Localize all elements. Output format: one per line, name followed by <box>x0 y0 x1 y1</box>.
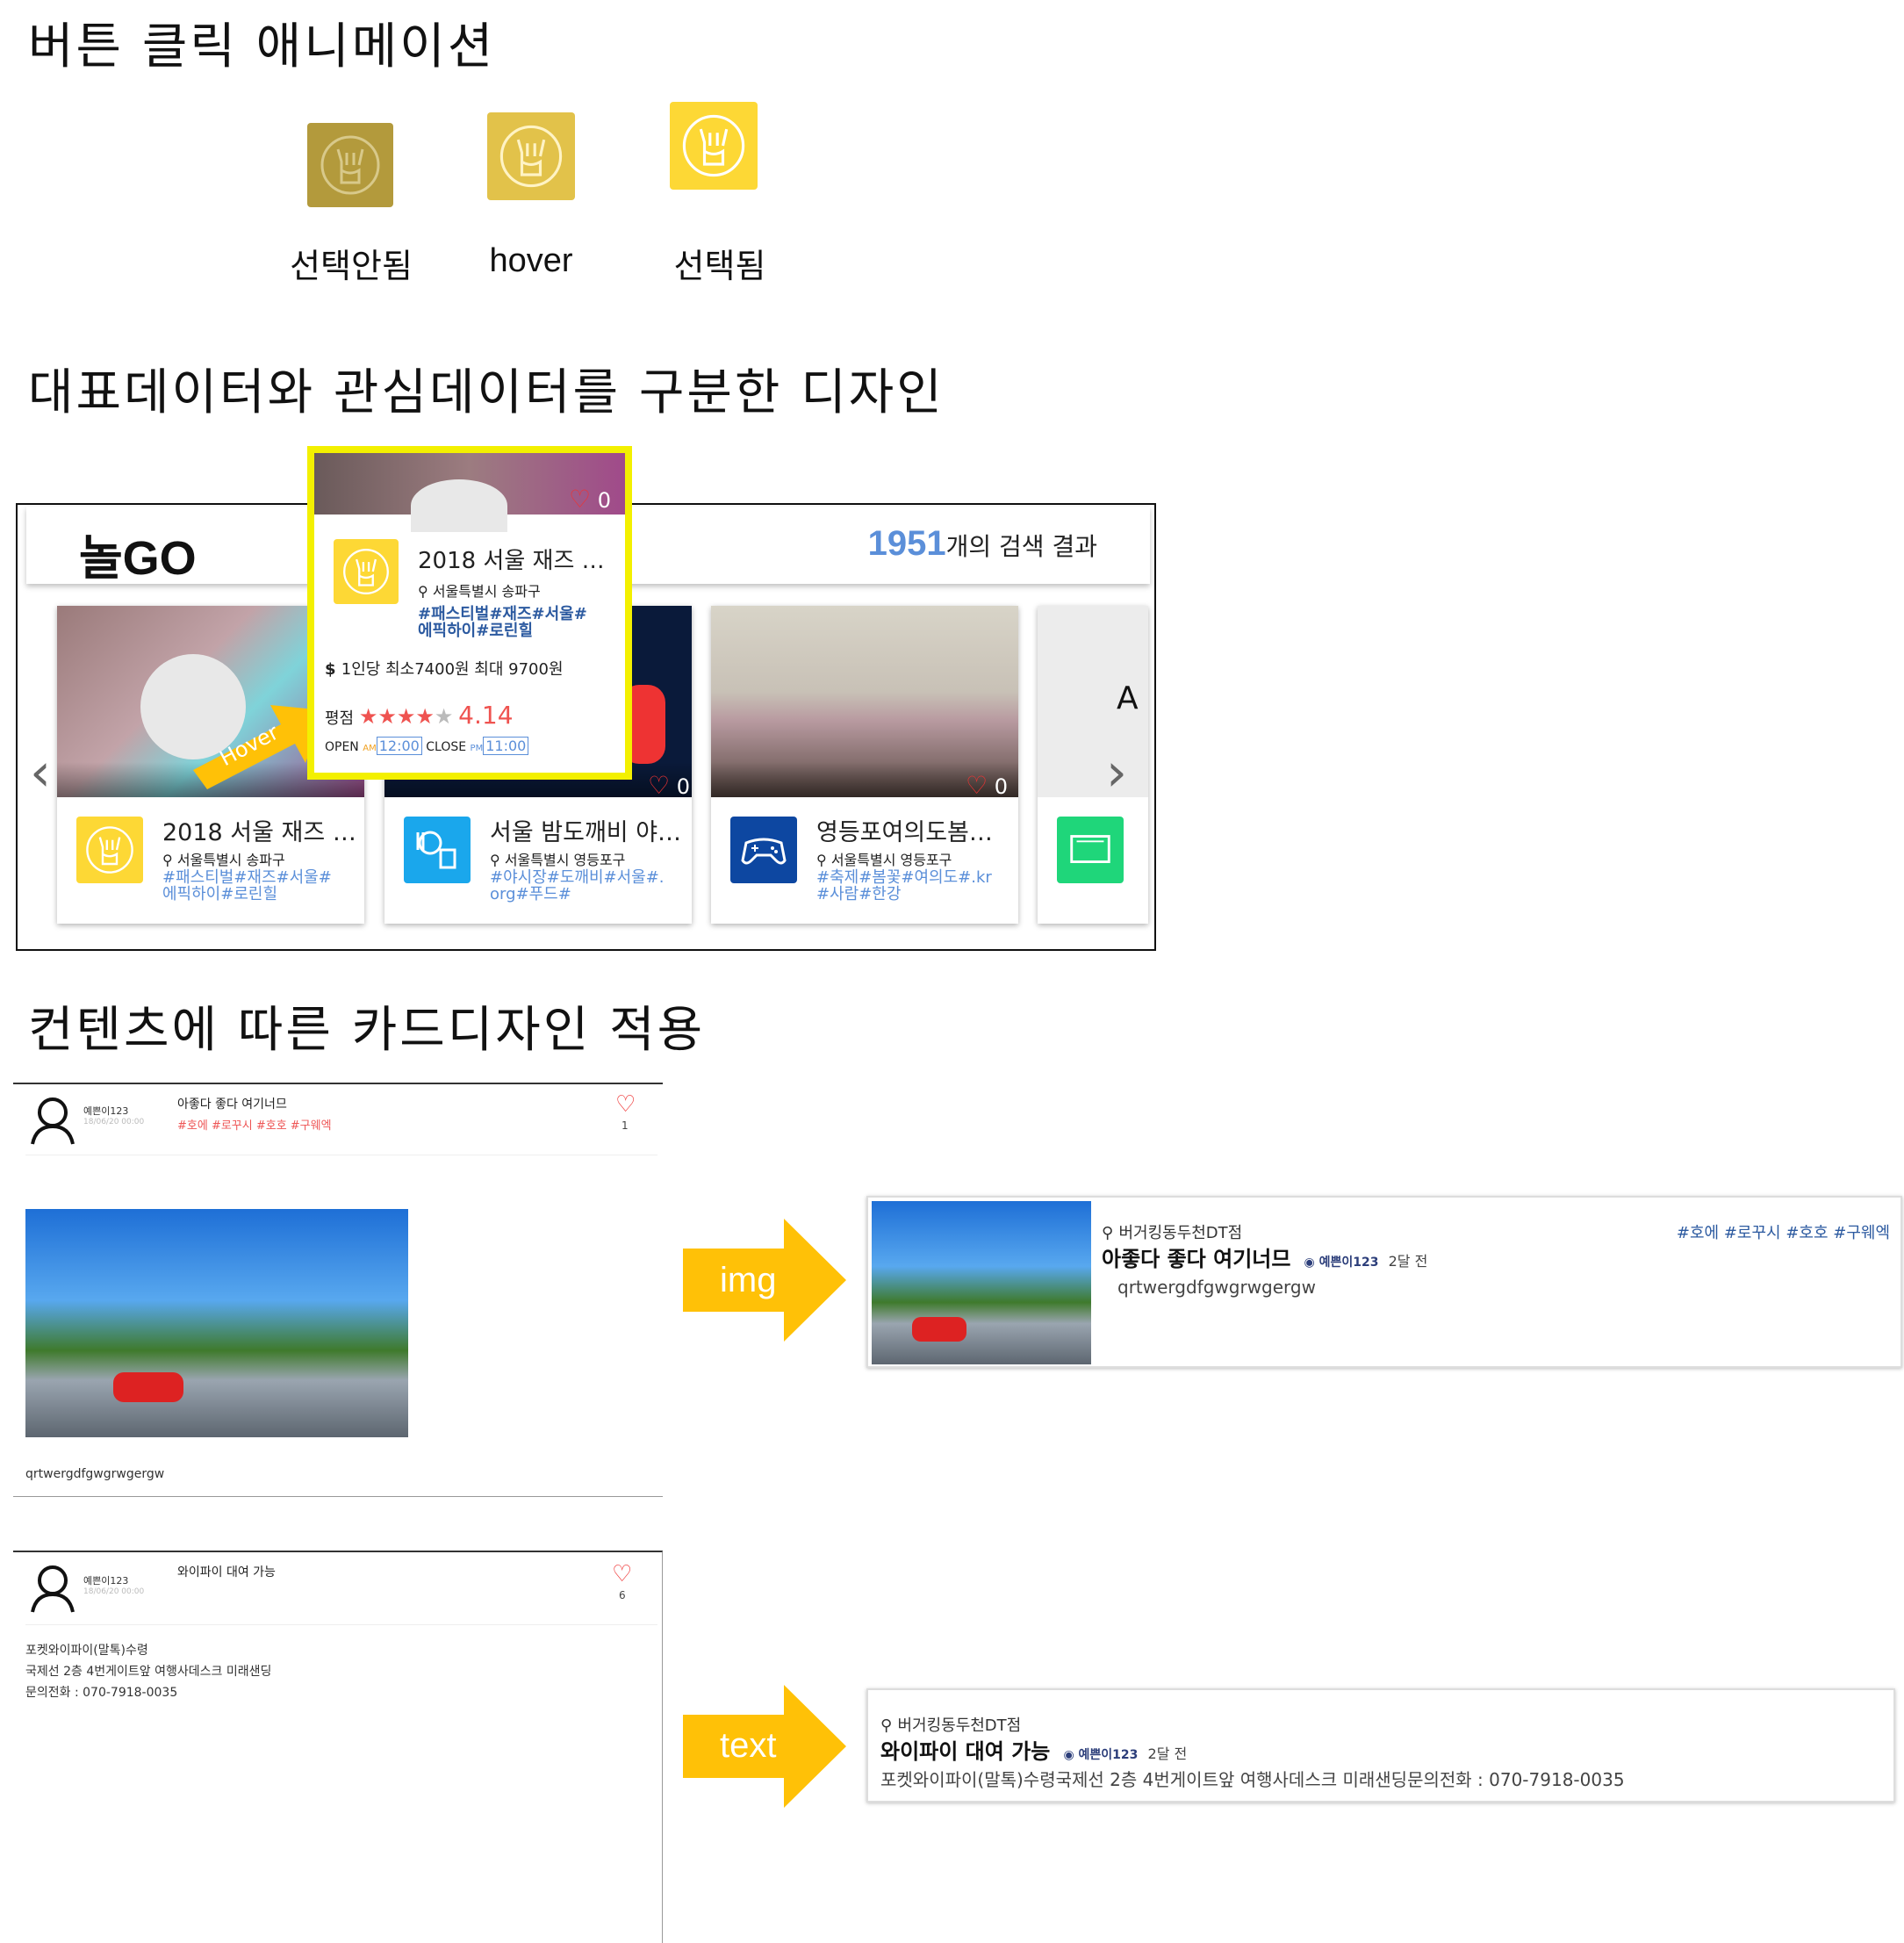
card-title: 영등포여의도봄… <box>816 819 993 846</box>
heart-icon[interactable]: ♡ <box>569 485 591 514</box>
result-count: 1951개의 검색 결과 <box>867 524 1097 563</box>
like-counter[interactable]: ♡ 0 <box>648 771 690 800</box>
arrow-img-label: img <box>720 1261 777 1299</box>
post-card-image[interactable]: 예쁜이123 18/06/20 00:00 아좋다 좋다 여기너므 #호에 #로… <box>13 1083 663 1497</box>
user-icon: ◉ <box>1304 1256 1319 1270</box>
carousel-prev-button[interactable]: ‹ <box>30 742 51 803</box>
hover-card-hours: OPEN AM 12:00 CLOSE PM 11:00 <box>325 737 529 755</box>
wide-card-header: 아좋다 좋다 여기너므 ◉ 예쁜이123 2달 전 <box>1102 1247 1428 1271</box>
arrow-text-label: text <box>720 1726 777 1765</box>
hover-card-title: 2018 서울 재즈 … <box>418 548 605 574</box>
carousel-next-button[interactable]: › <box>1106 742 1127 803</box>
wide-card-text[interactable]: ⚲ 버거킹동두천DT점 와이파이 대여 가능 ◉ 예쁜이123 2달 전 포켓와… <box>866 1688 1895 1803</box>
post-body: qrtwergdfgwgrwgergw <box>25 1467 165 1481</box>
post-image <box>25 1209 408 1437</box>
card-title: 서울 밤도깨비 야… <box>490 819 682 846</box>
card-tags: #축제#봄꽃#여의도#.kr#사람#한강 <box>816 868 992 903</box>
card-tags: #야시장#도깨비#서울#.org#푸드# <box>490 868 665 903</box>
wide-card-user: ◉ 예쁜이123 <box>1063 1748 1139 1762</box>
wide-card-place: ⚲ 버거킹동두천DT점 <box>1102 1224 1243 1242</box>
like-counter[interactable]: ♡ 0 <box>966 771 1008 800</box>
heart-icon[interactable]: ♡ <box>966 771 988 800</box>
post-title: 와이파이 대여 가능 <box>177 1565 276 1580</box>
category-badge <box>404 817 471 883</box>
rock-hand-icon <box>343 549 389 594</box>
post-user: 예쁜이123 <box>83 1105 129 1117</box>
post-body: 포켓와이파이(말톡)수령 국제선 2층 4번게이트앞 여행사데스크 미래샌딩 문… <box>25 1644 272 1700</box>
hover-card-tags: #패스티벌#재즈#서울#에픽하이#로린힐 <box>418 605 587 640</box>
card-location: ⚲ 서울특별시 영등포구 <box>490 852 626 868</box>
card-image: A <box>1038 606 1148 797</box>
ticket-icon <box>1070 835 1110 863</box>
pin-icon: ⚲ <box>880 1716 898 1735</box>
post-likes: 6 <box>619 1589 626 1601</box>
wide-card-user: ◉ 예쁜이123 <box>1304 1256 1379 1270</box>
user-icon: ◉ <box>1063 1748 1079 1762</box>
rock-hand-icon <box>86 826 133 874</box>
section-title-data-design: 대표데이터와 관심데이터를 구분한 디자인 <box>28 364 945 421</box>
gamepad-icon <box>741 838 787 865</box>
hover-card-price: $ 1인당 최소7400원 최대 9700원 <box>325 660 564 679</box>
label-unselected: 선택안됨 <box>290 247 413 285</box>
hover-card-rating: 평점 ★★★★★ 4.14 <box>325 701 514 730</box>
card-location: ⚲ 서울특별시 영등포구 <box>816 852 952 868</box>
pin-icon: ⚲ <box>418 583 433 600</box>
card-tags: #패스티벌#재즈#서울#에픽하이#로린힐 <box>162 868 332 903</box>
post-user: 예쁜이123 <box>83 1575 129 1587</box>
card-title: 2018 서울 재즈 … <box>162 819 356 846</box>
label-hover: hover <box>489 242 573 279</box>
hover-card[interactable]: ♡ 0 2018 서울 재즈 … ⚲ 서울특별시 송파구 #패스티벌#재즈#서울… <box>307 446 632 780</box>
app-logo[interactable]: 놀GO <box>79 519 197 588</box>
dollar-icon: $ <box>325 660 341 679</box>
pin-icon: ⚲ <box>162 852 177 868</box>
pin-icon: ⚲ <box>490 852 505 868</box>
category-badge <box>730 817 797 883</box>
section-title-card-design: 컨텐츠에 따른 카드디자인 적용 <box>28 1002 706 1059</box>
post-tags: #호에 #로꾸시 #호호 #구웨엑 <box>177 1119 332 1133</box>
wide-card-body: qrtwergdfgwgrwgergw <box>1117 1277 1316 1298</box>
food-icon <box>416 831 456 869</box>
user-avatar-icon <box>31 1565 75 1613</box>
category-button-hover[interactable] <box>487 112 575 200</box>
section-title-button-animation: 버튼 클릭 애니메이션 <box>28 18 496 76</box>
post-likes: 1 <box>621 1119 629 1132</box>
wide-card-body: 포켓와이파이(말톡)수령국제선 2층 4번게이트앞 여행사데스크 미래샌딩문의전… <box>880 1769 1625 1790</box>
pin-icon: ⚲ <box>1102 1224 1119 1242</box>
category-badge <box>76 817 143 883</box>
post-title: 아좋다 좋다 여기너므 <box>177 1097 287 1112</box>
wide-card-tags: #호에 #로꾸시 #호호 #구웨엑 <box>1676 1224 1890 1242</box>
category-button-unselected[interactable] <box>307 123 393 207</box>
pin-icon: ⚲ <box>816 852 831 868</box>
hover-card-location: ⚲ 서울특별시 송파구 <box>418 583 541 600</box>
user-avatar-icon <box>31 1097 75 1145</box>
rock-hand-icon <box>682 114 745 177</box>
wide-card-header: 와이파이 대여 가능 ◉ 예쁜이123 2달 전 <box>880 1739 1188 1764</box>
post-date: 18/06/20 00:00 <box>83 1587 145 1596</box>
post-date: 18/06/20 00:00 <box>83 1118 145 1126</box>
star-empty: ★ <box>434 704 454 729</box>
event-card[interactable]: A <box>1038 606 1148 924</box>
card-location: ⚲ 서울특별시 송파구 <box>162 852 285 868</box>
card-image <box>872 1201 1091 1364</box>
heart-icon[interactable]: ♡ <box>615 1091 636 1118</box>
like-counter[interactable]: ♡ 0 <box>569 485 611 514</box>
card-image <box>711 606 1018 797</box>
post-card-text[interactable]: 예쁜이123 18/06/20 00:00 와이파이 대여 가능 ♡ 6 포켓와… <box>13 1551 663 1943</box>
heart-icon[interactable]: ♡ <box>648 771 670 800</box>
wide-card-place: ⚲ 버거킹동두천DT점 <box>880 1716 1022 1735</box>
heart-icon[interactable]: ♡ <box>612 1561 632 1587</box>
rock-hand-icon <box>499 125 563 188</box>
star-rating: ★★★★ <box>358 704 435 729</box>
wide-card-image[interactable]: ⚲ 버거킹동두천DT점 아좋다 좋다 여기너므 ◉ 예쁜이123 2달 전 qr… <box>866 1196 1902 1368</box>
category-badge <box>1057 817 1124 883</box>
category-badge <box>334 539 399 604</box>
label-selected: 선택됨 <box>673 247 766 285</box>
rock-hand-icon <box>320 135 380 195</box>
event-card[interactable]: ♡ 0 영등포여의도봄… ⚲ 서울특별시 영등포구 #축제#봄꽃#여의도#.kr… <box>711 606 1018 924</box>
category-button-selected[interactable] <box>670 102 758 190</box>
